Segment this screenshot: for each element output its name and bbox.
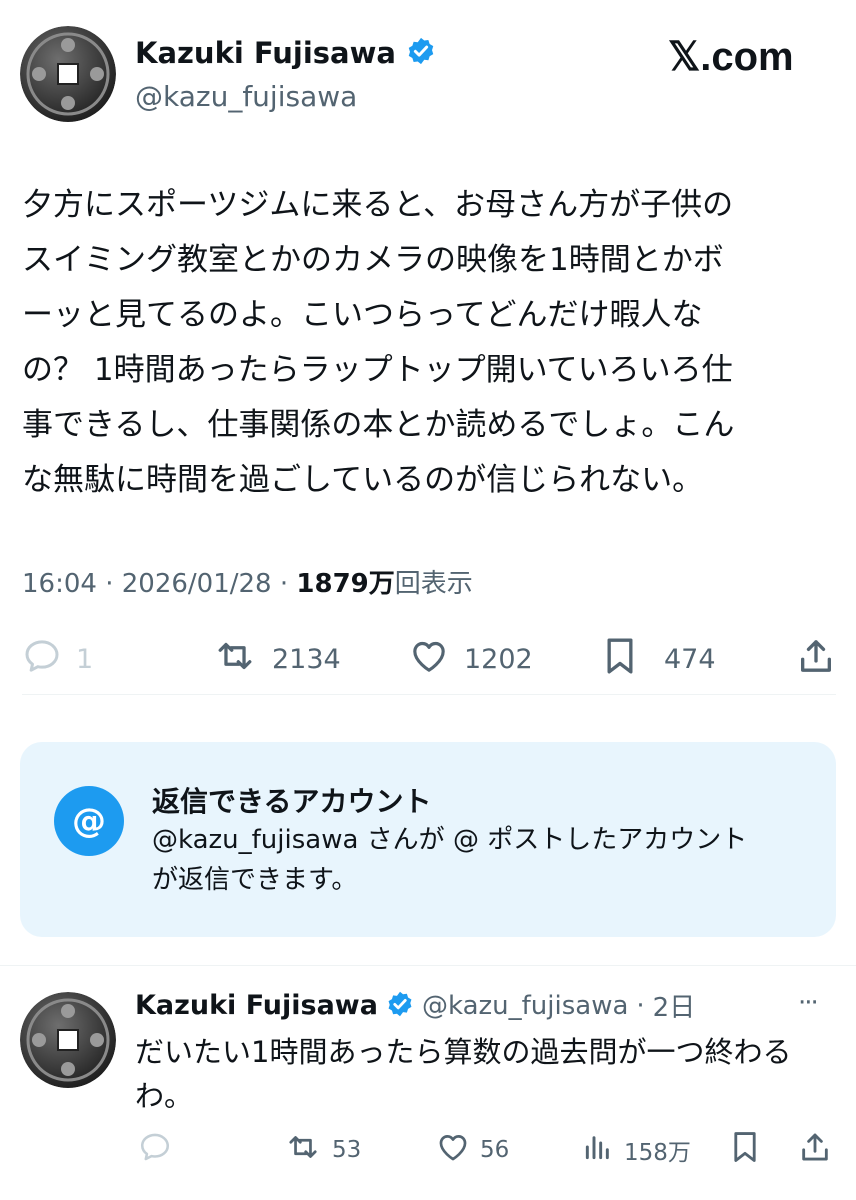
reply-age[interactable]: 2日 <box>653 987 696 1024</box>
post-text-line: スイミング教室とかのカメラの映像を1時間とかボ <box>22 242 724 278</box>
reply-like-count: 56 <box>480 1137 510 1163</box>
reply-reply-button[interactable] <box>138 1130 172 1170</box>
brand-logo: 𝕏.com <box>668 35 794 79</box>
views-count: 1879 <box>296 569 369 599</box>
heart-icon <box>408 636 450 683</box>
reply-icon <box>138 1130 172 1170</box>
verified-badge-icon <box>406 36 436 70</box>
bookmark-icon <box>730 1130 760 1170</box>
reply-text: だいたい1時間あったら算数の過去問が一つ終わる わ。 <box>135 1030 835 1118</box>
post-time[interactable]: 16:04 <box>22 569 97 599</box>
post-text-line: な無駄に時間を過ごしているのが信じられない。 <box>22 462 704 498</box>
author-name-row: Kazuki Fujisawa <box>135 36 436 70</box>
post-text-line: 事できるし、仕事関係の本とか読めるでしょ。こん <box>22 407 735 443</box>
reply-views-button[interactable]: 158万 <box>582 1130 691 1170</box>
notice-body-line: @kazu_fujisawa さんが @ ポストしたアカウント <box>152 825 748 855</box>
share-icon <box>796 640 836 680</box>
notice-body: @kazu_fujisawa さんが @ ポストしたアカウント が返信できます。 <box>152 820 812 900</box>
share-button[interactable] <box>796 636 836 680</box>
reply-separator: · <box>636 990 645 1021</box>
post-text-line: 夕方にスポーツジムに来ると、お母さん方が子供の <box>22 187 734 223</box>
reply-author-handle[interactable]: @kazu_fujisawa <box>422 991 628 1021</box>
reply-repost-count: 53 <box>332 1137 362 1163</box>
repost-icon <box>212 636 258 683</box>
reply-share-button[interactable] <box>798 1130 832 1170</box>
reply-text-line: わ。 <box>135 1079 194 1113</box>
notice-title: 返信できるアカウント <box>152 785 432 818</box>
post-date[interactable]: 2026/01/28 <box>122 569 272 599</box>
reply-button[interactable]: 1 <box>22 636 93 683</box>
reply-like-button[interactable]: 56 <box>436 1130 509 1170</box>
author-handle[interactable]: @kazu_fujisawa <box>135 80 357 113</box>
views-label: 回表示 <box>394 569 473 599</box>
verified-badge-icon <box>386 990 414 1022</box>
mention-icon-glyph: @ <box>72 801 106 841</box>
more-options-icon[interactable]: ··· <box>798 988 819 1018</box>
author-name[interactable]: Kazuki Fujisawa <box>135 36 396 70</box>
divider <box>22 694 836 695</box>
author-avatar[interactable] <box>20 26 116 122</box>
reply-restriction-notice: @ 返信できるアカウント @kazu_fujisawa さんが @ ポストしたア… <box>20 742 836 937</box>
reply-repost-button[interactable]: 53 <box>284 1130 361 1170</box>
repost-count: 2134 <box>272 644 341 675</box>
post-text: 夕方にスポーツジムに来ると、お母さん方が子供の スイミング教室とかのカメラの映像… <box>22 178 837 508</box>
reply-views-count: 158万 <box>624 1140 691 1166</box>
mention-icon: @ <box>54 786 124 856</box>
meta-separator: · <box>279 569 289 599</box>
reply-header: Kazuki Fujisawa @kazu_fujisawa · 2日 <box>135 987 695 1024</box>
heart-icon <box>436 1130 470 1170</box>
reply-bookmark-button[interactable] <box>730 1130 760 1170</box>
like-button[interactable]: 1202 <box>408 636 533 683</box>
bookmark-count: 474 <box>664 644 716 675</box>
bookmark-button[interactable]: 474 <box>602 636 716 683</box>
notice-body-line: が返信できます。 <box>152 865 358 895</box>
repost-button[interactable]: 2134 <box>212 636 341 683</box>
reply-icon <box>22 636 62 683</box>
share-icon <box>798 1130 832 1170</box>
reply-author-name[interactable]: Kazuki Fujisawa <box>135 990 378 1021</box>
divider <box>0 965 856 966</box>
reply-text-line: だいたい1時間あったら算数の過去問が一つ終わる <box>135 1035 792 1069</box>
reply-count: 1 <box>76 644 94 675</box>
post-meta: 16:04 · 2026/01/28 · 1879万回表示 <box>22 563 473 600</box>
post-text-line: の？ 1時間あったらラップトップ開いていろいろ仕 <box>22 352 733 388</box>
meta-separator: · <box>105 569 114 599</box>
repost-icon <box>284 1130 322 1170</box>
analytics-icon <box>582 1130 614 1170</box>
reply-author-avatar[interactable] <box>20 992 116 1088</box>
like-count: 1202 <box>464 644 533 675</box>
post-text-line: ーッと見てるのよ。こいつらってどんだけ暇人な <box>22 297 703 333</box>
bookmark-icon <box>602 636 638 683</box>
views-unit: 万 <box>368 569 395 599</box>
